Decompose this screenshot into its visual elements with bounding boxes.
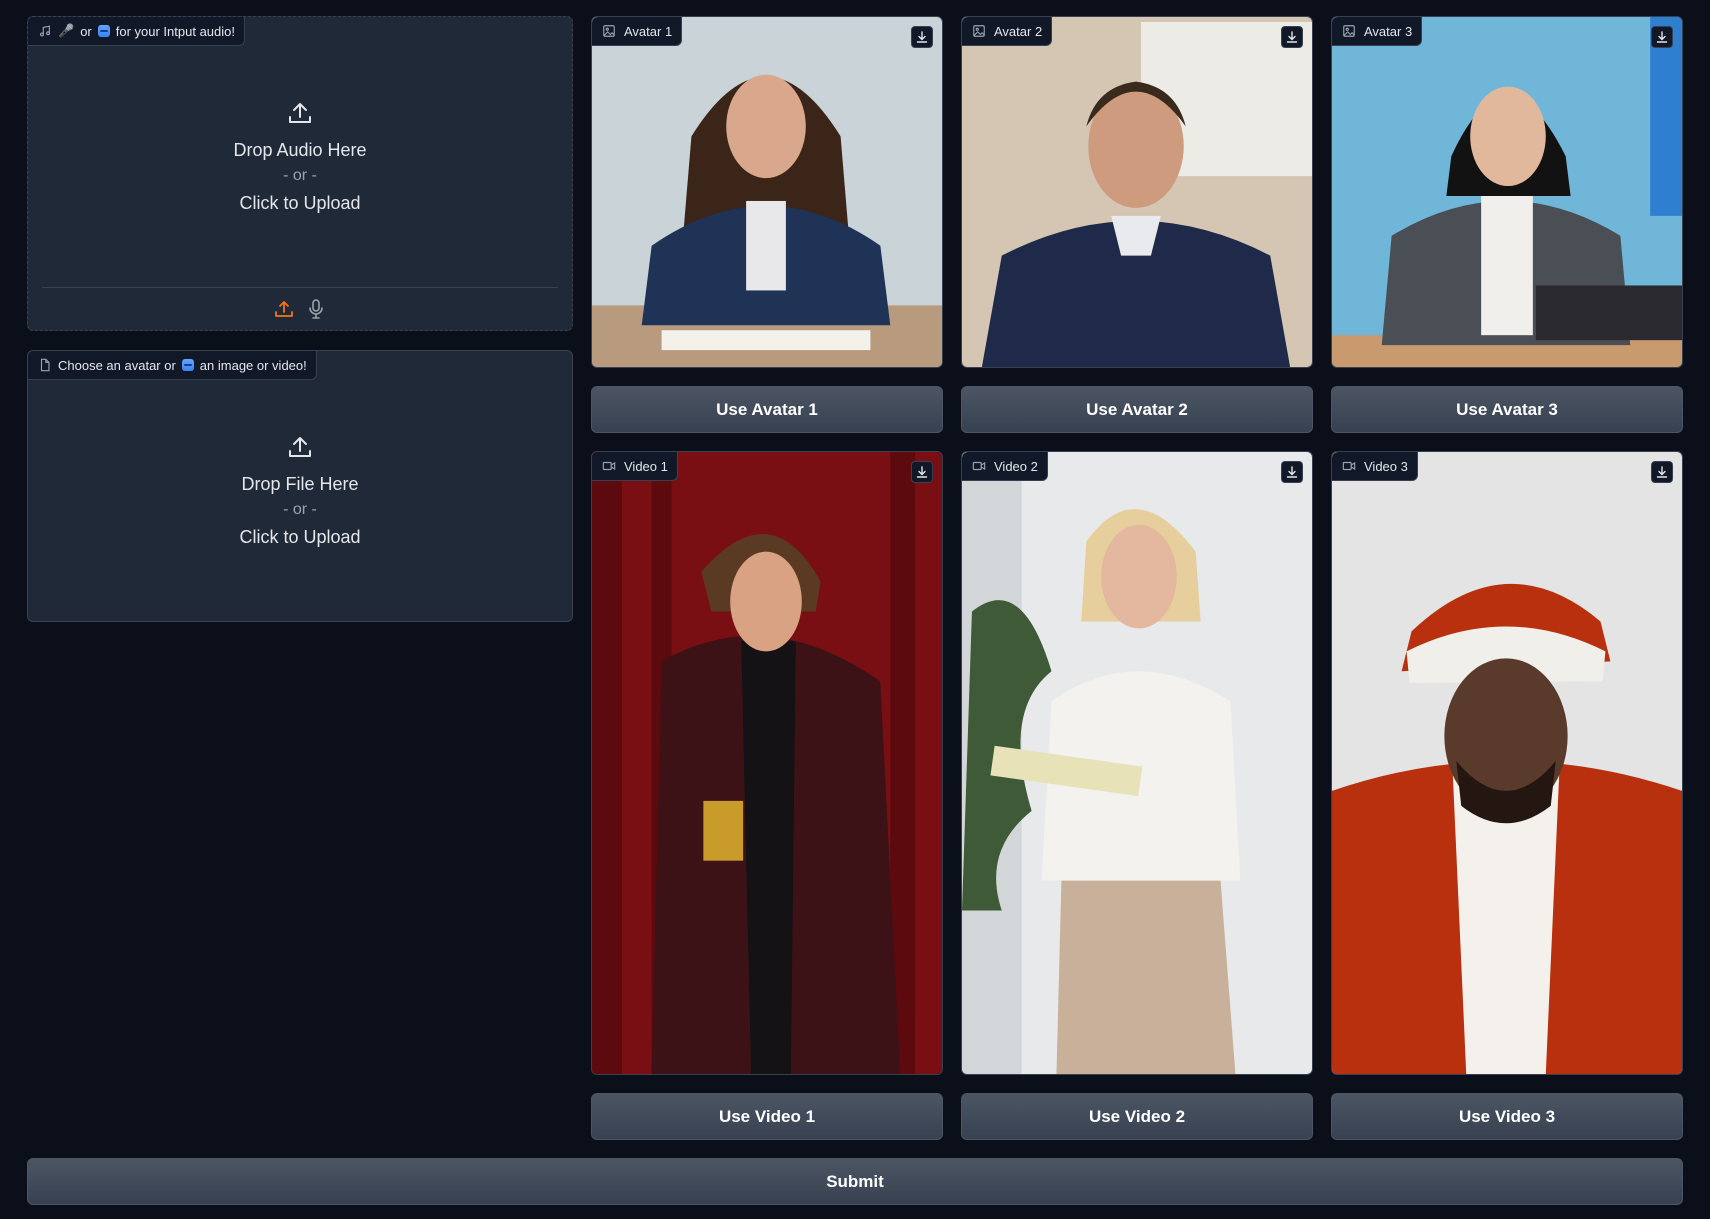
video-camera-icon	[602, 459, 616, 473]
avatar-1-chip: Avatar 1	[592, 17, 683, 46]
audio-upload-panel[interactable]: 🎤 or for your Intput audio! Drop Audio H…	[27, 16, 573, 331]
avatar-2-chip: Avatar 2	[962, 17, 1053, 46]
download-icon[interactable]	[911, 26, 933, 48]
use-video-1-button[interactable]: Use Video 1	[591, 1093, 943, 1140]
audio-drop-title: Drop Audio Here	[233, 140, 367, 160]
audio-label-or: or	[80, 23, 92, 39]
download-icon[interactable]	[911, 461, 933, 483]
use-video-2-button[interactable]: Use Video 2	[961, 1093, 1313, 1140]
video-2-card[interactable]: Video 2	[961, 451, 1313, 1075]
video-3-chip: Video 3	[1332, 452, 1418, 481]
avatar-1-image	[592, 17, 942, 367]
audio-input-label: 🎤 or for your Intput audio!	[28, 17, 245, 46]
use-avatar-1-button[interactable]: Use Avatar 1	[591, 386, 943, 433]
robot-emoji-icon	[181, 359, 194, 371]
file-icon	[38, 358, 52, 372]
avatar-1-card[interactable]: Avatar 1	[591, 16, 943, 368]
video-2-label: Video 2	[994, 458, 1038, 474]
upload-source-icon[interactable]	[273, 298, 295, 320]
file-click-to-upload[interactable]: Click to Upload	[239, 523, 360, 551]
audio-drop-zone[interactable]: Drop Audio Here - or - Click to Upload	[28, 99, 572, 217]
avatar-3-image	[1332, 17, 1682, 367]
image-icon	[602, 24, 616, 38]
file-drop-or: - or -	[283, 501, 317, 518]
video-1-preview	[592, 452, 942, 1074]
file-input-label: Choose an avatar or an image or video!	[28, 351, 317, 380]
download-icon[interactable]	[1651, 461, 1673, 483]
download-icon[interactable]	[1281, 26, 1303, 48]
avatar-2-card[interactable]: Avatar 2	[961, 16, 1313, 368]
video-2-preview	[962, 452, 1312, 1074]
audio-source-toolbar	[28, 298, 572, 320]
use-avatar-2-button[interactable]: Use Avatar 2	[961, 386, 1313, 433]
avatar-2-label: Avatar 2	[994, 23, 1043, 39]
video-3-label: Video 3	[1364, 458, 1408, 474]
upload-icon	[289, 103, 311, 123]
file-drop-title: Drop File Here	[241, 474, 359, 494]
audio-drop-or: - or -	[283, 167, 317, 184]
avatar-2-image	[962, 17, 1312, 367]
video-2-chip: Video 2	[962, 452, 1048, 481]
upload-icon	[289, 437, 311, 457]
file-label-prefix: Choose an avatar or	[58, 357, 176, 373]
use-video-3-button[interactable]: Use Video 3	[1331, 1093, 1683, 1140]
download-icon[interactable]	[1651, 26, 1673, 48]
audio-click-to-upload[interactable]: Click to Upload	[239, 189, 360, 217]
avatar-3-label: Avatar 3	[1364, 23, 1413, 39]
video-3-preview	[1332, 452, 1682, 1074]
avatar-3-chip: Avatar 3	[1332, 17, 1423, 46]
video-3-card[interactable]: Video 3	[1331, 451, 1683, 1075]
robot-emoji-icon	[97, 25, 110, 37]
file-label-suffix: an image or video!	[199, 357, 307, 373]
microphone-source-icon[interactable]	[305, 298, 327, 320]
video-1-card[interactable]: Video 1	[591, 451, 943, 1075]
image-icon	[1342, 24, 1356, 38]
use-avatar-3-button[interactable]: Use Avatar 3	[1331, 386, 1683, 433]
video-camera-icon	[1342, 459, 1356, 473]
audio-label-text: for your Intput audio!	[115, 23, 235, 39]
download-icon[interactable]	[1281, 461, 1303, 483]
image-icon	[972, 24, 986, 38]
video-1-chip: Video 1	[592, 452, 678, 481]
video-camera-icon	[972, 459, 986, 473]
file-upload-panel[interactable]: Choose an avatar or an image or video! D…	[27, 350, 573, 622]
avatar-3-card[interactable]: Avatar 3	[1331, 16, 1683, 368]
microphone-emoji-icon: 🎤	[58, 23, 75, 38]
submit-button[interactable]: Submit	[27, 1158, 1683, 1205]
file-drop-zone[interactable]: Drop File Here - or - Click to Upload	[28, 433, 572, 551]
audio-divider	[42, 287, 558, 288]
video-1-label: Video 1	[624, 458, 668, 474]
music-note-icon	[38, 24, 52, 38]
avatar-1-label: Avatar 1	[624, 23, 673, 39]
